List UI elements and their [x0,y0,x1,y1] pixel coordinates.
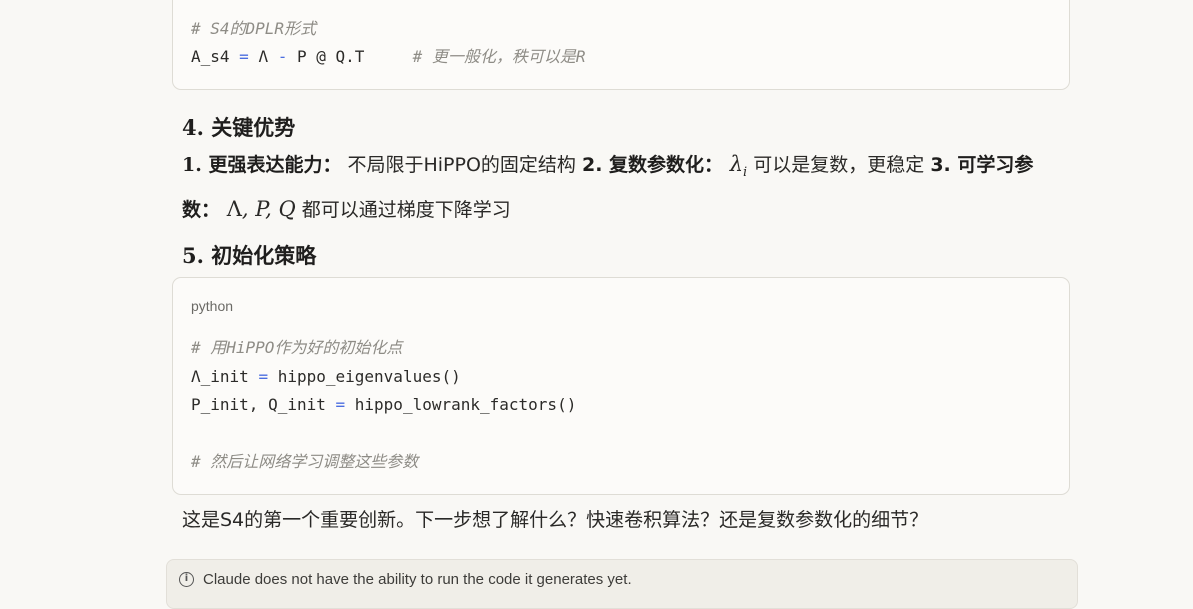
code-token: A_s4 [191,47,240,66]
math-lambda-i: λi [729,152,748,181]
code-operator: = [239,47,249,66]
item-text: 都可以通过梯度下降学习 [295,199,511,222]
math-params: Λ, P, Q [226,197,296,222]
code-line: # 然后让网络学习调整这些参数 [191,452,418,472]
advantages-paragraph: 1. 更强表达能力： 不局限于HiPPO的固定结构 2. 复数参数化： λi 可… [182,146,1042,228]
code-line: # S4的DPLR形式 [191,19,316,39]
code-operator: = [258,367,269,386]
code-comment: # 用HiPPO作为好的初始化点 [191,338,403,357]
code-comment: # S4的DPLR形式 [191,19,317,38]
code-token: hippo_lowrank_factors() [345,395,577,414]
code-comment: # 然后让网络学习调整这些参数 [191,452,419,471]
info-icon: i [179,572,194,587]
item-label: 1. 更强表达能力： [182,154,342,176]
code-token: hippo_eigenvalues() [268,367,461,386]
code-token: P @ Q.T [287,47,413,66]
code-operator: - [277,47,288,66]
code-operator: = [335,395,346,414]
code-block: python # 用HiPPO作为好的初始化点 Λ_init = hippo_e… [172,277,1070,495]
code-block: # S4的DPLR形式 A_s4 = Λ - P @ Q.T # 更一般化，秩可… [172,0,1070,90]
code-token: Λ [248,47,278,66]
code-line: Λ_init = hippo_eigenvalues() [191,367,461,387]
code-line: A_s4 = Λ - P @ Q.T # 更一般化，秩可以是R [191,47,586,67]
closing-paragraph: 这是S4的第一个重要创新。下一步想了解什么？快速卷积算法？还是复数参数化的细节？ [182,509,929,531]
notice-text: Claude does not have the ability to run … [203,571,632,588]
code-comment: # 更一般化，秩可以是R [412,47,586,66]
item-text: 可以是复数，更稳定 [747,154,931,176]
code-execution-notice: i Claude does not have the ability to ru… [166,559,1078,609]
code-token: Λ_init [191,367,259,386]
item-label: 2. 复数参数化： [581,154,724,176]
code-line: # 用HiPPO作为好的初始化点 [191,338,402,358]
item-text: 不局限于HiPPO的固定结构 [341,154,582,176]
section-heading: 4. 关键优势 [182,115,296,140]
section-heading: 5. 初始化策略 [182,243,317,268]
code-line: P_init, Q_init = hippo_lowrank_factors() [191,395,576,415]
code-language-label: python [191,298,234,314]
code-token: P_init, Q_init [191,395,336,414]
